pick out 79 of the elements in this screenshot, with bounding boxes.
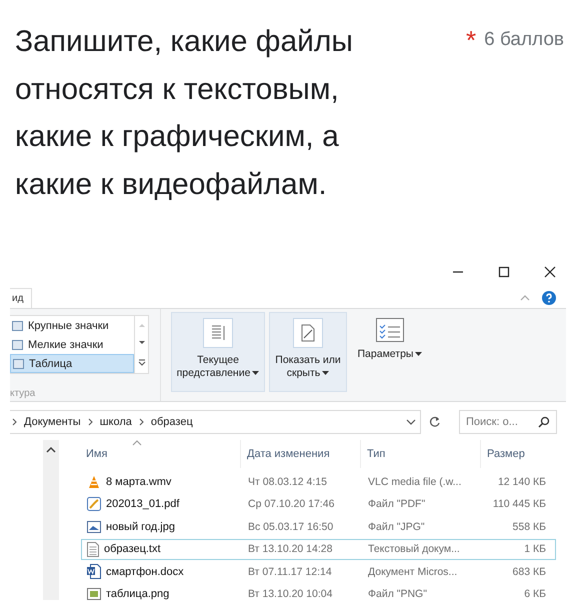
date-cell-text: Вт 07.11.17 12:14 — [247, 566, 333, 578]
layout-icon — [13, 358, 24, 368]
size-cell-text: 110 445 КБ — [492, 498, 547, 510]
close-icon[interactable] — [544, 266, 556, 278]
type-cell-text: Документ Micros... — [367, 566, 458, 578]
document-icon — [293, 318, 323, 348]
type-cell-text: Текстовый докум... — [367, 543, 461, 555]
date-cell-text: Вт 13.10.20 10:04 — [247, 588, 334, 600]
image-file-icon — [87, 588, 101, 600]
question-text: Запишите, какие файлы относятся к текстовым, какие к графическим, а какие к видеофайлам. — [15, 24, 354, 202]
type-cell-text: Файл "PNG" — [367, 588, 428, 600]
size-cell-text: 6 КБ — [523, 588, 547, 600]
file-row[interactable]: смартфон.docx Вт 07.11.17 12:14 Документ Micros... 683 КБ — [81, 561, 556, 582]
type-cell-text: Файл "PDF" — [367, 498, 426, 510]
layout-item[interactable]: Крупные значки — [10, 316, 134, 335]
size-cell-text: 1 КБ — [523, 543, 547, 555]
chevron-icon — [12, 418, 17, 426]
file-name: новый год.jpg — [106, 520, 175, 532]
size-cell-text: 12 140 КБ — [496, 476, 547, 488]
file-name: смартфон.docx — [106, 566, 184, 578]
word-file-icon — [87, 564, 101, 579]
help-icon[interactable] — [542, 291, 556, 305]
address-bar[interactable]: Документы школа образец — [10, 410, 421, 434]
scroll-up-icon[interactable] — [46, 446, 56, 453]
view-icon — [203, 318, 233, 348]
layout-item[interactable]: Мелкие значки — [10, 335, 134, 354]
caret-icon — [322, 371, 330, 376]
column-header[interactable]: Имя — [81, 440, 241, 468]
file-row[interactable]: образец.txt Вт 13.10.20 14:28 Текстовый докум... 1 КБ — [81, 538, 556, 560]
column-header[interactable]: Размер — [481, 440, 551, 468]
column-header[interactable]: Дата изменения — [241, 440, 361, 468]
options-icon — [376, 318, 404, 342]
type-cell-text: Файл "JPG" — [367, 520, 426, 532]
points-label: 6 баллов — [484, 28, 564, 52]
date-cell-text: Вс 05.03.17 16:50 — [247, 520, 334, 532]
layout-icon — [12, 320, 23, 330]
file-name: образец.txt — [104, 543, 161, 555]
scroll-down-icon[interactable] — [138, 340, 146, 346]
pdf-file-icon — [87, 497, 101, 511]
required-mark: * — [466, 28, 476, 52]
search-field[interactable]: Поиск: о... — [459, 410, 557, 434]
maximize-icon[interactable] — [498, 266, 510, 278]
date-cell-text: Ср 07.10.20 17:46 — [247, 498, 336, 510]
breadcrumb-item[interactable]: школа — [100, 416, 132, 428]
column-header[interactable]: Тип — [361, 440, 481, 468]
file-name: 202013_01.pdf — [106, 498, 180, 510]
date-cell-text: Чт 08.03.12 4:15 — [247, 476, 328, 488]
file-row[interactable]: 8 марта.wmv Чт 08.03.12 4:15 VLC media file (.w... 12 140 КБ — [81, 471, 556, 492]
refresh-icon[interactable] — [429, 416, 441, 428]
file-row[interactable]: новый год.jpg Вс 05.03.17 16:50 Файл "JPG" 558 КБ — [81, 516, 556, 537]
ribbon-button[interactable]: Текущее представление — [171, 312, 265, 392]
image-file-icon — [87, 520, 101, 532]
group-label: ктура — [10, 388, 36, 399]
ribbon-button[interactable]: Показать или скрыть — [269, 312, 347, 392]
file-name: 8 марта.wmv — [106, 476, 172, 488]
caret-icon — [415, 352, 422, 356]
layout-item[interactable]: Таблица — [10, 354, 134, 373]
chevron-icon — [138, 418, 144, 426]
type-cell-text: VLC media file (.w... — [367, 476, 462, 488]
breadcrumb-item[interactable]: Документы — [24, 416, 81, 428]
file-row[interactable]: таблица.png Вт 13.10.20 10:04 Файл "PNG" 6 КБ — [81, 584, 556, 604]
sort-icon — [132, 440, 142, 446]
caret-icon — [252, 371, 260, 376]
text-file-icon — [87, 542, 99, 556]
layout-icon — [12, 340, 23, 350]
ribbon-button[interactable]: Параметры — [351, 312, 429, 392]
date-cell-text: Вт 13.10.20 14:28 — [247, 543, 334, 555]
size-cell-text: 683 КБ — [512, 566, 547, 578]
traffic-cone-icon — [87, 474, 101, 488]
chevron-icon — [88, 418, 93, 426]
size-cell-text: 558 КБ — [512, 520, 547, 532]
breadcrumb-item[interactable]: образец — [150, 416, 193, 428]
dropdown-icon[interactable] — [406, 419, 416, 425]
search-icon — [538, 416, 550, 428]
file-name: таблица.png — [106, 588, 170, 600]
ribbon-tab[interactable]: ид — [10, 288, 32, 308]
expand-icon[interactable] — [138, 358, 146, 367]
file-row[interactable]: 202013_01.pdf Ср 07.10.20 17:46 Файл "PDF" 110 445 КБ — [81, 494, 556, 514]
nav-scrollbar[interactable] — [43, 440, 59, 600]
